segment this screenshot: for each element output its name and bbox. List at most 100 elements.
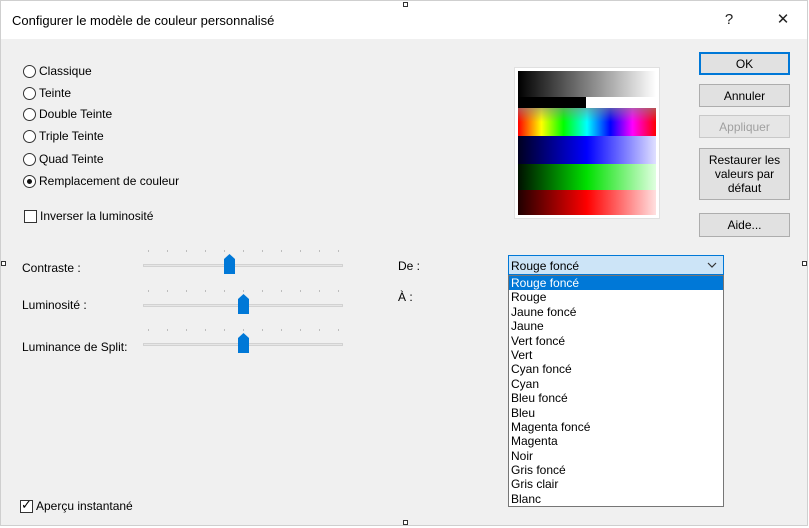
resize-handle-right[interactable] <box>802 261 807 266</box>
radio-label: Teinte <box>39 86 72 100</box>
color-option[interactable]: Bleu foncé <box>509 391 723 405</box>
checkbox-box-checked[interactable] <box>20 498 33 513</box>
slider-thumb[interactable] <box>238 333 249 353</box>
color-option[interactable]: Magenta foncé <box>509 420 723 434</box>
color-option[interactable]: Rouge <box>509 290 723 304</box>
slider-tick <box>243 290 244 292</box>
color-option[interactable]: Jaune foncé <box>509 305 723 319</box>
slider-tick <box>148 250 149 252</box>
color-option[interactable]: Bleu <box>509 406 723 420</box>
to-label: À : <box>398 290 413 304</box>
preview-gradient-image <box>518 71 656 215</box>
resize-handle-left[interactable] <box>1 261 6 266</box>
radio-circle[interactable] <box>23 107 36 121</box>
slider-tick <box>205 290 206 292</box>
color-option[interactable]: Noir <box>509 449 723 463</box>
apply-button[interactable]: Appliquer <box>699 115 790 138</box>
slider-tick <box>262 329 263 331</box>
color-option[interactable]: Vert <box>509 348 723 362</box>
slider-tick <box>205 250 206 252</box>
split-luminance-slider[interactable] <box>143 328 343 358</box>
slider-thumb[interactable] <box>238 294 249 314</box>
radio-double-teinte[interactable]: Double Teinte <box>23 105 112 123</box>
color-preview <box>514 67 660 219</box>
radio-circle[interactable] <box>23 86 36 100</box>
radio-circle[interactable] <box>23 152 36 166</box>
color-option[interactable]: Rouge foncé <box>509 276 723 291</box>
restore-defaults-button[interactable]: Restaurer les valeurs par défaut <box>699 148 790 200</box>
slider-track[interactable] <box>143 264 343 267</box>
checkbox-label: Inverser la luminosité <box>40 209 154 223</box>
slider-tick <box>224 329 225 331</box>
from-label: De : <box>398 259 421 273</box>
resize-handle-bottom[interactable] <box>403 520 408 525</box>
slider-tick <box>148 329 149 331</box>
radio-remplacement-couleur[interactable]: Remplacement de couleur <box>23 172 179 190</box>
slider-tick <box>224 290 225 292</box>
slider-tick <box>186 290 187 292</box>
close-icon[interactable]: ✕ <box>763 7 803 33</box>
contrast-slider[interactable] <box>143 249 343 279</box>
combobox-value: Rouge foncé <box>511 259 580 273</box>
custom-color-model-dialog: Configurer le modèle de couleur personna… <box>0 0 808 526</box>
color-option[interactable]: Magenta <box>509 434 723 448</box>
color-option[interactable]: Cyan foncé <box>509 362 723 376</box>
radio-triple-teinte[interactable]: Triple Teinte <box>23 127 104 145</box>
slider-tick <box>300 290 301 292</box>
contrast-label: Contraste : <box>22 261 81 275</box>
slider-tick <box>338 250 339 252</box>
ok-button[interactable]: OK <box>699 52 790 75</box>
slider-tick <box>319 329 320 331</box>
invert-luminosity-checkbox[interactable]: Inverser la luminosité <box>24 209 153 223</box>
live-preview-checkbox[interactable]: Aperçu instantané <box>20 498 133 513</box>
slider-tick <box>262 290 263 292</box>
checkbox-label: Aperçu instantané <box>36 499 133 513</box>
slider-tick <box>186 250 187 252</box>
slider-tick <box>319 290 320 292</box>
slider-tick <box>338 290 339 292</box>
luminosity-slider[interactable] <box>143 289 343 319</box>
radio-label: Remplacement de couleur <box>39 174 180 188</box>
from-color-combobox[interactable]: Rouge foncé <box>508 255 724 275</box>
slider-tick <box>319 250 320 252</box>
slider-tick <box>243 329 244 331</box>
color-option[interactable]: Gris clair <box>509 477 723 491</box>
slider-tick <box>167 250 168 252</box>
slider-tick <box>167 290 168 292</box>
color-option[interactable]: Cyan <box>509 377 723 391</box>
color-option[interactable]: Vert foncé <box>509 334 723 348</box>
radio-label: Triple Teinte <box>39 129 104 143</box>
color-option[interactable]: Blanc <box>509 492 723 506</box>
radio-quad-teinte[interactable]: Quad Teinte <box>23 150 104 168</box>
resize-handle-top[interactable] <box>403 2 408 7</box>
cancel-button[interactable]: Annuler <box>699 84 790 107</box>
slider-tick <box>205 329 206 331</box>
slider-tick <box>338 329 339 331</box>
slider-tick <box>281 250 282 252</box>
help-icon[interactable]: ? <box>709 7 749 33</box>
slider-thumb[interactable] <box>224 254 235 274</box>
checkbox-box[interactable] <box>24 209 37 223</box>
help-button[interactable]: Aide... <box>699 213 790 237</box>
color-option[interactable]: Gris foncé <box>509 463 723 477</box>
slider-tick <box>148 290 149 292</box>
slider-tick <box>243 250 244 252</box>
color-option[interactable]: Jaune <box>509 319 723 333</box>
luminosity-label: Luminosité : <box>22 298 87 312</box>
slider-tick <box>262 250 263 252</box>
slider-tick <box>281 329 282 331</box>
radio-circle[interactable] <box>23 64 36 78</box>
color-dropdown-list[interactable]: Rouge foncé Rouge Jaune foncé Jaune Vert fon… <box>508 275 724 507</box>
slider-tick <box>300 329 301 331</box>
radio-circle-selected[interactable] <box>23 174 36 188</box>
chevron-down-icon[interactable] <box>707 258 717 275</box>
slider-tick <box>186 329 187 331</box>
radio-classique[interactable]: Classique <box>23 62 92 80</box>
radio-teinte[interactable]: Teinte <box>23 84 71 102</box>
slider-tick <box>281 290 282 292</box>
radio-label: Classique <box>39 64 92 78</box>
radio-circle[interactable] <box>23 129 36 143</box>
split-luminance-label: Luminance de Split: <box>22 340 128 354</box>
slider-tick <box>300 250 301 252</box>
slider-tick <box>167 329 168 331</box>
